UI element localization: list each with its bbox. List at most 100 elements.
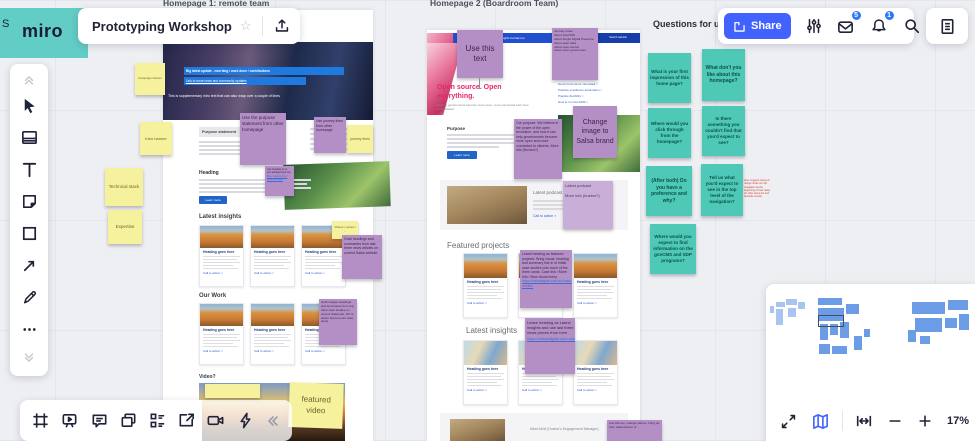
sticky-expertise[interactable]: Expertise (108, 210, 142, 244)
left-toolbar (10, 64, 48, 376)
collapse-toolbar-icon[interactable] (265, 413, 281, 429)
sticky-latest-podcast[interactable]: Latest podcastMore info (huston?) (563, 181, 613, 229)
sticky-question[interactable]: (After both) Do you have a preference an… (646, 166, 692, 216)
search-icon[interactable] (903, 17, 921, 35)
sticky-question[interactable]: Where would you click through from the h… (648, 108, 691, 158)
red-annotation: Also: suggest noting of ratings under ou… (744, 179, 772, 199)
mock-button: Learn more (199, 196, 227, 204)
share-button[interactable]: Share (724, 13, 791, 39)
mock-card[interactable]: Heading goes here Call to action > (573, 253, 618, 318)
arrow-tool[interactable] (10, 252, 48, 278)
text-tool[interactable] (10, 156, 48, 182)
forest-image-1 (283, 161, 391, 210)
sticky-grab-headings[interactable]: Grab headings and summaries from last th… (342, 235, 382, 279)
mock2-nav-search: Search website (596, 33, 640, 43)
board-title[interactable]: Prototyping Workshop (92, 19, 232, 34)
mock2-link: How to run GovCMS > (558, 101, 616, 105)
mock-card[interactable]: Heading goes here Call to action > (250, 303, 295, 365)
sticky-technical-stack[interactable]: Technical stack (105, 168, 143, 206)
sticky-question[interactable]: Tell us what you'd expect to see in the … (701, 164, 743, 216)
sticky-question[interactable]: Where would you expect to find informati… (650, 224, 696, 274)
frame1-title[interactable]: Homepage 1: remote team (163, 0, 269, 8)
toolbar-collapse-up[interactable] (10, 70, 48, 88)
sticky-change-image[interactable]: Change image to Salsa brand (573, 106, 617, 158)
meet-akhil-text: Meet Akhil (Huston's Engagement Manager) (530, 427, 610, 431)
pen-tool[interactable] (10, 284, 48, 310)
export-board-icon[interactable] (273, 17, 291, 35)
sticky-note-tool[interactable] (10, 188, 48, 214)
mock2-purpose: Purpose (447, 126, 465, 131)
sticky-featured-note[interactable]: Leave heading as featured projects. Brin… (520, 250, 572, 308)
sticky-our-purpose[interactable]: Our purpose. We believe in the power of … (514, 119, 562, 179)
mock2-link: Practice excellence automation > (558, 89, 616, 93)
sticky-akhil-note[interactable]: Use this too, change partner, bring pic … (607, 420, 662, 441)
mock2-button: Learn more (447, 151, 477, 159)
frame2-title[interactable]: Homepage 2 (Boardroom Team) (430, 0, 558, 8)
mock-card[interactable]: Heading goes here Call to action > (573, 340, 618, 405)
templates-tool[interactable] (10, 124, 48, 150)
mock-card[interactable]: Heading goes here Call to action > (199, 303, 244, 365)
toolbar-collapse-down[interactable] (10, 350, 48, 368)
settings-sliders-icon[interactable] (805, 17, 823, 35)
sticky-nav-list[interactable]: Journey Lines About GovCMS About Single … (552, 28, 598, 80)
minimap-viewport[interactable] (818, 315, 844, 327)
sticky-insights-note[interactable]: Leave heading as Latest insights and use… (525, 318, 575, 374)
comment-tool[interactable] (90, 411, 109, 430)
video-camera-tool[interactable] (206, 411, 225, 430)
select-tool[interactable] (10, 92, 48, 118)
questions-title[interactable]: Questions for u (653, 19, 720, 29)
brand-block: S miro (0, 8, 88, 58)
sticky-use-journey[interactable]: Use journey lines from other homepage (314, 117, 346, 153)
mock-card[interactable]: Heading goes here Call to action > (463, 253, 508, 318)
present-tool[interactable] (60, 411, 79, 430)
shapes-tool[interactable] (10, 220, 48, 246)
board-canvas[interactable]: Homepage 1: remote team Big latest updat… (0, 0, 975, 441)
export-tool[interactable] (177, 411, 196, 430)
lightning-tool[interactable] (236, 411, 255, 430)
more-tools[interactable] (10, 316, 48, 342)
sticky-intro-banner[interactable]: Intro banner (140, 122, 172, 155)
miro-logo[interactable]: miro (22, 21, 63, 42)
cards-tool[interactable] (119, 411, 138, 430)
sticky-use-purpose[interactable]: Use the purpose statement from other hom… (240, 113, 286, 165)
zoom-in-icon[interactable] (917, 413, 933, 429)
notes-panel-button[interactable] (926, 8, 968, 44)
sticky-campaign-banner[interactable]: Campaign banner (135, 63, 165, 95)
zoom-out-icon[interactable] (887, 413, 903, 429)
bottom-toolbar-icons (20, 400, 292, 441)
board-title-bar: Prototyping Workshop ☆ (78, 8, 300, 44)
inbox-icon[interactable]: 5 (836, 17, 855, 36)
top-right-toolbar: Share 5 1 (718, 8, 914, 44)
mock2-link: Here's how we've innovated > (558, 83, 616, 87)
sticky-featured-video[interactable]: featured video (288, 382, 344, 429)
notifications-badge: 1 (884, 10, 895, 21)
share-icon (733, 20, 746, 33)
sticky-journey-lines[interactable]: journey lines (347, 125, 373, 153)
mock2-subtext: Helping governments become more open, mo… (437, 103, 532, 111)
notifications-bell-icon[interactable]: 1 (870, 17, 888, 35)
sticky-question[interactable]: What is your first impression of this ho… (648, 53, 691, 103)
sticky-note-yellow[interactable] (205, 384, 260, 398)
sticky-grab-images[interactable]: Grab images headings and summaries from … (319, 299, 357, 345)
mock-card[interactable]: Heading goes here Call to action > (199, 225, 244, 287)
sticky-question[interactable]: Is there something you couldn't find tha… (702, 106, 745, 156)
mock-heading: Heading (199, 170, 219, 176)
mock2-logo (427, 33, 453, 43)
mock-card[interactable]: Heading goes here Call to action > (250, 225, 295, 287)
sticky-heading-note[interactable]: Use heading as is, text abridged and cta… (265, 166, 294, 196)
hero1-highlight-2: Link to more news and community updates (184, 77, 306, 85)
map-icon[interactable] (811, 412, 830, 431)
expand-minimap-icon[interactable] (780, 413, 797, 430)
section-our-work: Our Work (199, 293, 226, 299)
sticky-use-this-text[interactable]: Use this text (457, 30, 503, 78)
mock2-link: Practice flexibility > (558, 95, 616, 99)
section-video: Video? (199, 374, 216, 380)
sticky-question[interactable]: What don't you like about this homepage? (702, 49, 745, 101)
mock-card[interactable]: Heading goes here Call to action > (463, 340, 508, 405)
frame-tool[interactable] (31, 411, 50, 430)
star-icon[interactable]: ☆ (240, 18, 252, 34)
zoom-level[interactable]: 17% (947, 415, 969, 427)
org-chart-tool[interactable] (148, 411, 167, 430)
fit-to-screen-icon[interactable] (855, 412, 873, 430)
inbox-badge: 5 (851, 10, 862, 21)
